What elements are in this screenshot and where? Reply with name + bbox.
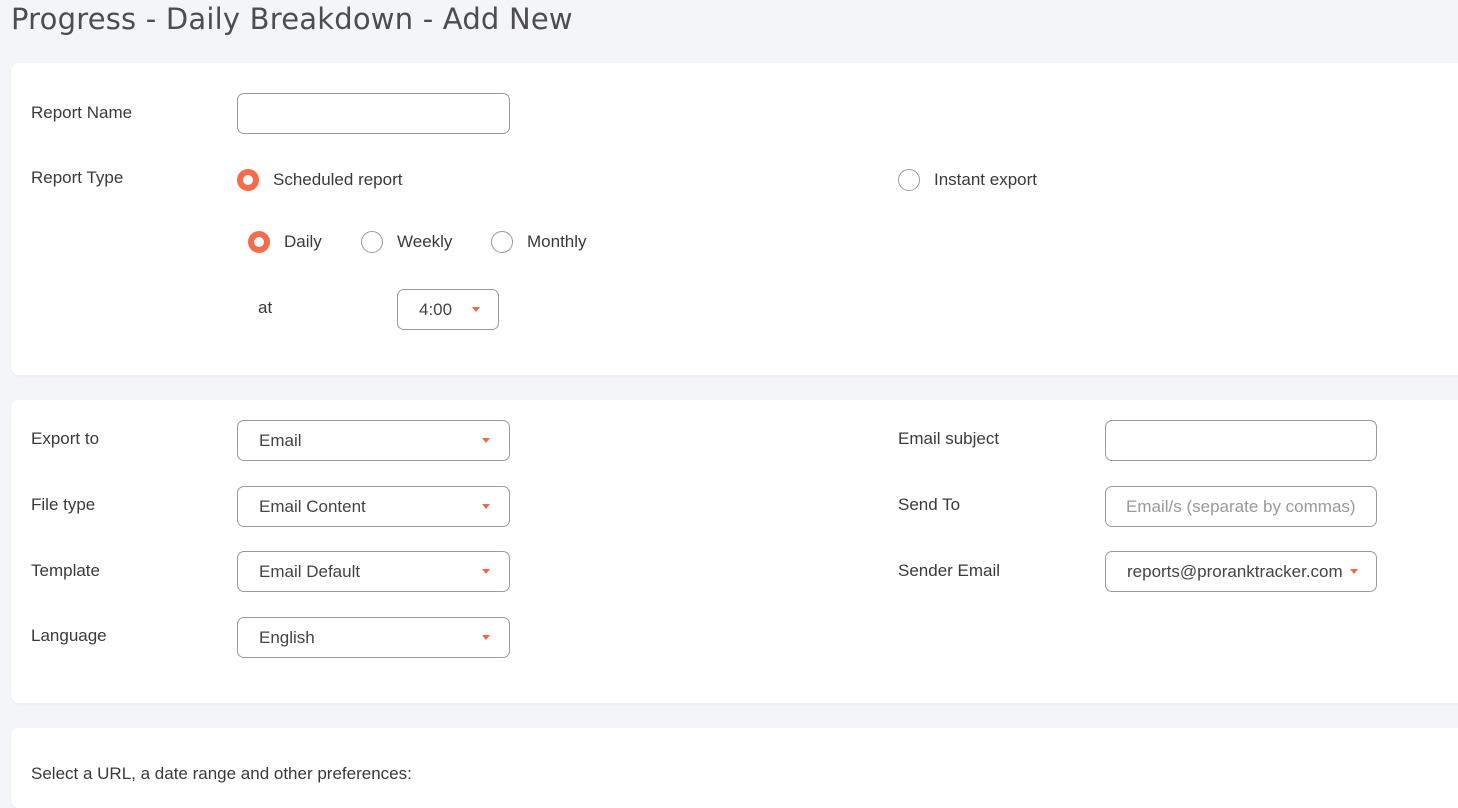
- file-type-label: File type: [31, 495, 96, 514]
- daily-radio[interactable]: [248, 231, 270, 253]
- caret-down-icon: [472, 307, 480, 312]
- sender-email-value: reports@proranktracker.com: [1127, 562, 1343, 581]
- instant-export-label: Instant export: [934, 170, 1038, 189]
- report-name-label: Report Name: [31, 103, 133, 122]
- caret-down-icon: [1350, 569, 1358, 574]
- export-settings-card: Export to Email File type Email Content …: [11, 400, 1458, 703]
- weekly-label: Weekly: [397, 232, 453, 251]
- email-subject-label: Email subject: [898, 429, 1000, 448]
- daily-label: Daily: [284, 232, 322, 251]
- preferences-heading: Select a URL, a date range and other pre…: [31, 764, 412, 783]
- sender-email-select[interactable]: reports@proranktracker.com: [1105, 551, 1377, 592]
- report-name-input[interactable]: [237, 93, 510, 134]
- send-to-input[interactable]: [1105, 486, 1377, 527]
- template-value: Email Default: [259, 562, 361, 581]
- preferences-card: Select a URL, a date range and other pre…: [11, 728, 1458, 808]
- time-select-value: 4:00: [419, 300, 453, 319]
- time-select[interactable]: 4:00: [397, 289, 499, 330]
- report-settings-card: Report Name Report Type Scheduled report…: [11, 63, 1458, 375]
- language-select[interactable]: English: [237, 617, 510, 658]
- scheduled-report-label: Scheduled report: [273, 170, 403, 189]
- template-label: Template: [31, 561, 100, 580]
- language-value: English: [259, 628, 315, 647]
- file-type-select[interactable]: Email Content: [237, 486, 510, 527]
- caret-down-icon: [482, 438, 490, 443]
- scheduled-report-radio[interactable]: [237, 169, 259, 191]
- email-subject-input[interactable]: [1105, 420, 1377, 461]
- time-at-label: at: [258, 298, 273, 317]
- caret-down-icon: [482, 635, 490, 640]
- send-to-label: Send To: [898, 495, 961, 514]
- monthly-label: Monthly: [527, 232, 587, 251]
- export-to-select[interactable]: Email: [237, 420, 510, 461]
- caret-down-icon: [482, 569, 490, 574]
- language-label: Language: [31, 626, 107, 645]
- report-type-label: Report Type: [31, 168, 124, 187]
- page-title: Progress - Daily Breakdown - Add New: [11, 2, 573, 36]
- instant-export-radio[interactable]: [898, 169, 920, 191]
- file-type-value: Email Content: [259, 497, 366, 516]
- caret-down-icon: [482, 504, 490, 509]
- monthly-radio[interactable]: [491, 231, 513, 253]
- template-select[interactable]: Email Default: [237, 551, 510, 592]
- export-to-value: Email: [259, 431, 302, 450]
- export-to-label: Export to: [31, 429, 100, 448]
- sender-email-label: Sender Email: [898, 561, 1001, 580]
- weekly-radio[interactable]: [361, 231, 383, 253]
